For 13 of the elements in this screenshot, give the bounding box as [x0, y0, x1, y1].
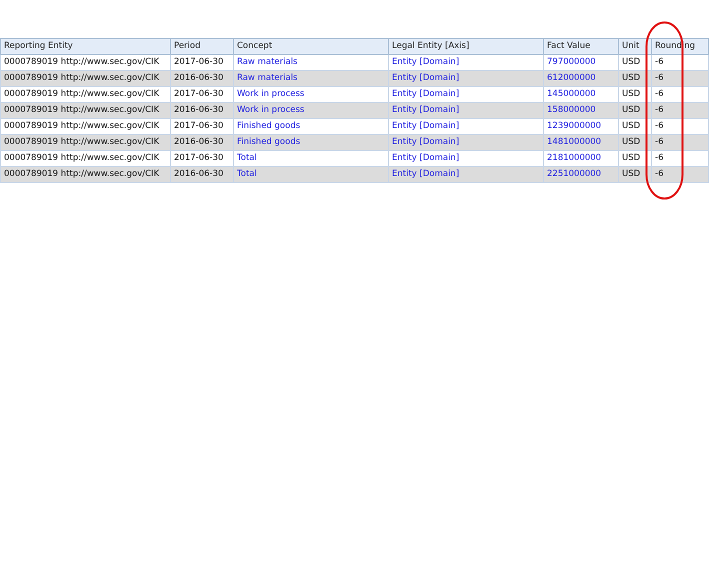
table-cell: USD: [618, 166, 652, 182]
table-cell: Entity [Domain]: [388, 166, 544, 182]
table-cell: 2251000000: [544, 166, 618, 182]
column-header[interactable]: Period: [170, 38, 234, 54]
table-cell: 0000789019 http://www.sec.gov/CIK: [0, 166, 170, 182]
column-header[interactable]: Concept: [234, 38, 388, 54]
column-header[interactable]: Legal Entity [Axis]: [388, 38, 544, 54]
column-header[interactable]: Fact Value: [544, 38, 618, 54]
table-cell: Total: [234, 166, 388, 182]
table-cell: 2016-06-30: [170, 166, 234, 182]
column-header[interactable]: Reporting Entity: [0, 38, 170, 54]
column-header[interactable]: Unit: [618, 38, 652, 54]
table-cell: -6: [652, 166, 708, 182]
